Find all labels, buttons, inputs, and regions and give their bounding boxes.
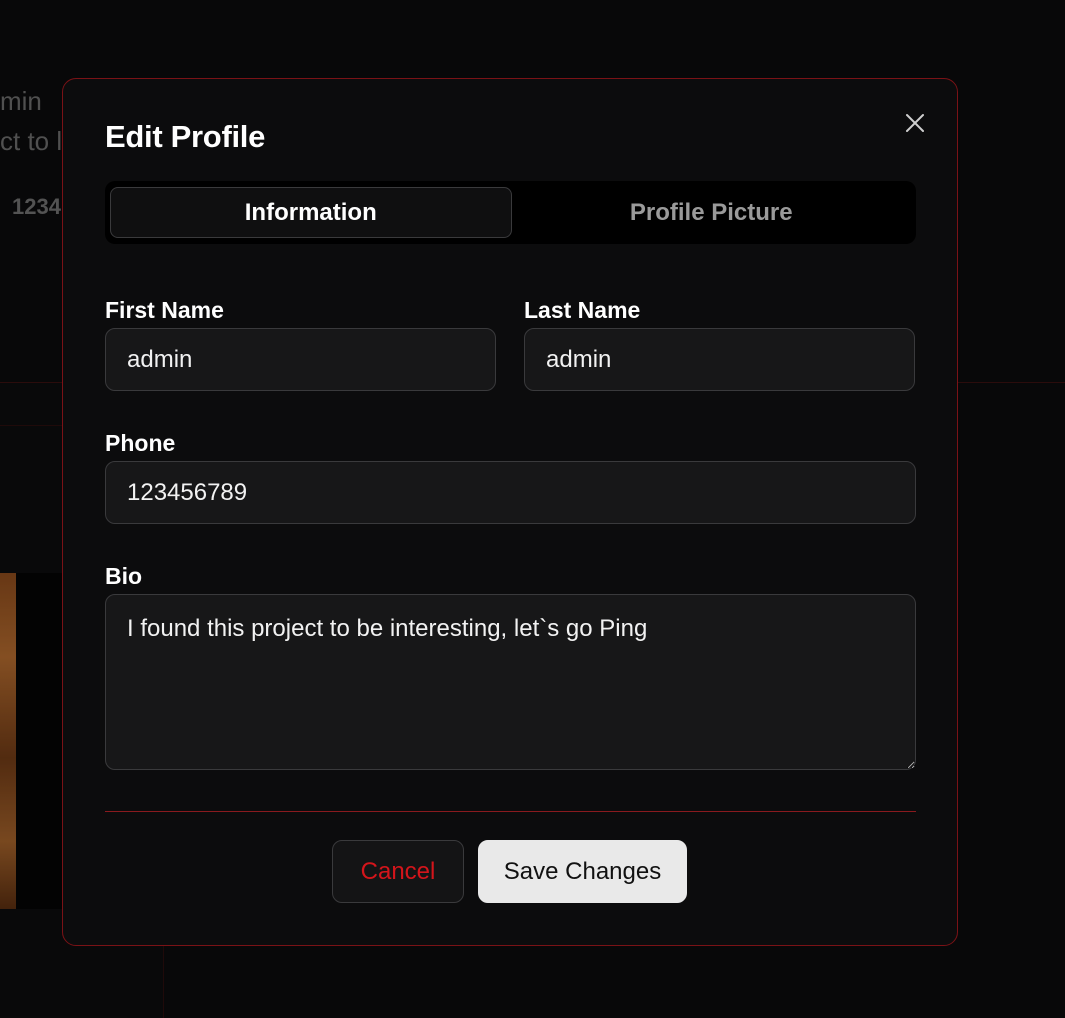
first-name-input[interactable] [105,328,496,391]
first-name-label: First Name [105,297,224,323]
tab-profile-picture[interactable]: Profile Picture [512,187,912,238]
phone-label: Phone [105,430,176,456]
tab-list: Information Profile Picture [105,181,916,244]
close-button[interactable] [901,109,929,137]
save-changes-button[interactable]: Save Changes [478,840,687,903]
bio-label: Bio [105,563,143,589]
tab-information[interactable]: Information [110,187,512,238]
phone-input[interactable] [105,461,916,524]
close-icon [906,114,924,132]
dialog-title: Edit Profile [105,119,266,154]
cancel-button[interactable]: Cancel [332,840,464,903]
footer-divider [105,811,916,812]
last-name-label: Last Name [524,297,641,323]
edit-profile-dialog: Edit Profile Information Profile Picture… [62,78,958,946]
bio-textarea[interactable]: I found this project to be interesting, … [105,594,916,770]
last-name-input[interactable] [524,328,915,391]
